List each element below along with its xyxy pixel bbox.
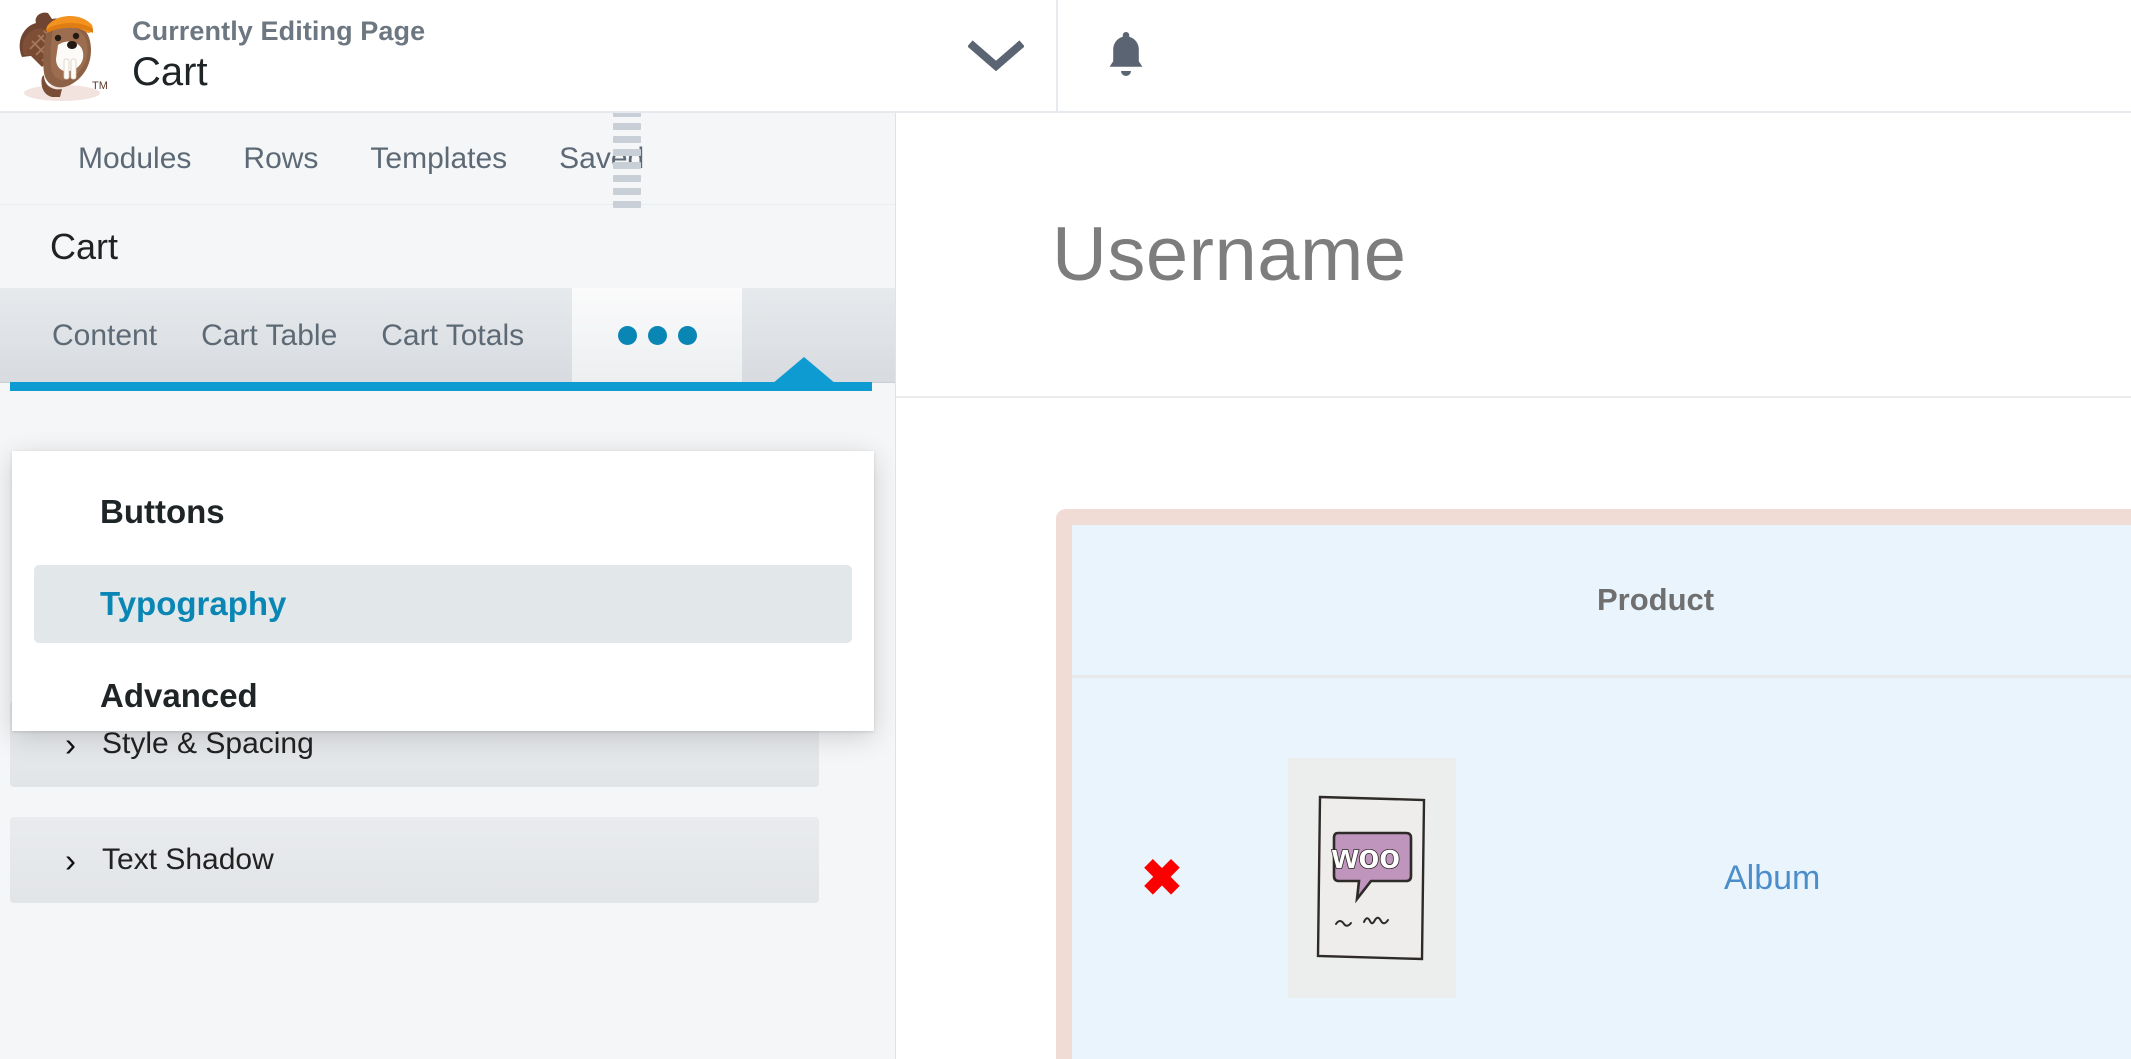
brand-block: TM Currently Editing Page Cart [0,0,1058,111]
page-preview: Username Product ✖ woo [896,113,2131,1059]
editing-eyebrow: Currently Editing Page [132,16,425,47]
product-link-album[interactable]: Album [1724,859,1820,897]
beaver-logo-icon[interactable]: TM [0,0,120,111]
panel-nav: Modules Rows Templates Saved [0,113,895,205]
dropdown-caret-icon [772,357,836,384]
tab-content[interactable]: Content [30,288,179,383]
table-row: ✖ woo Album [1072,678,2131,1059]
page-title-group: Currently Editing Page Cart [120,16,425,95]
section-text-shadow[interactable]: › Text Shadow [10,817,819,903]
cell-remove: ✖ [1072,853,1252,903]
dot [648,326,667,345]
dot [618,326,637,345]
svg-text:woo: woo [1331,838,1400,876]
menu-item-advanced[interactable]: Advanced [34,657,852,735]
column-header-product: Product [1597,582,1714,618]
top-bar: TM Currently Editing Page Cart [0,0,2131,113]
chevron-down-icon[interactable] [936,0,1056,111]
drag-handle-icon[interactable] [613,113,641,208]
more-options-dropdown: Buttons Typography Advanced [12,451,874,731]
tab-cart-totals[interactable]: Cart Totals [359,288,546,383]
cell-thumbnail: woo [1252,758,1492,998]
panel-nav-modules[interactable]: Modules [52,113,217,205]
cart-table: Product ✖ woo [1056,509,2131,1059]
woo-album-thumbnail[interactable]: woo [1288,758,1456,998]
active-tab-underline [10,382,872,391]
spacer [12,643,874,657]
tab-cart-table[interactable]: Cart Table [179,288,359,383]
svg-text:TM: TM [92,80,108,92]
settings-tabbar: Content Cart Table Cart Totals [0,288,895,383]
cell-product-name: Album [1724,859,1820,898]
page-title: Cart [132,49,425,95]
cart-table-header-row: Product [1072,525,2131,678]
panel-nav-saved[interactable]: Saved [533,113,670,205]
builder-panel: Modules Rows Templates Saved Cart Conten… [0,113,896,1059]
remove-item-x-icon[interactable]: ✖ [1141,853,1183,903]
panel-nav-templates[interactable]: Templates [344,113,533,205]
menu-item-buttons[interactable]: Buttons [34,473,852,551]
panel-nav-rows[interactable]: Rows [217,113,344,205]
preview-header: Username [896,113,2131,398]
spacer [12,551,874,565]
module-title: Cart [0,205,895,288]
preview-heading: Username [1052,211,1407,298]
chevron-right-icon: › [65,844,76,877]
notification-bell-icon[interactable] [1058,0,1193,111]
dot [678,326,697,345]
section-label: Text Shadow [102,843,274,877]
three-dots-icon[interactable] [572,288,742,383]
menu-item-typography[interactable]: Typography [34,565,852,643]
